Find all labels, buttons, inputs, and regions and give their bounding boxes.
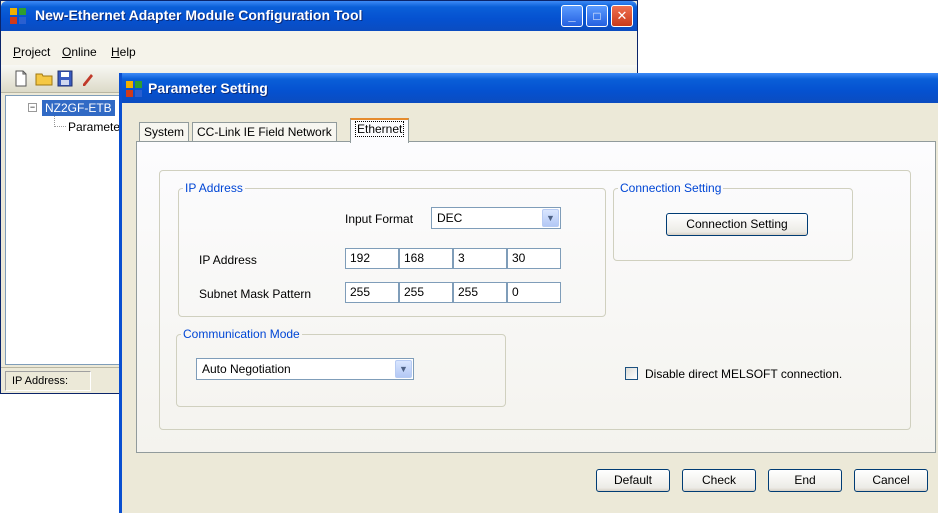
subnet-octet-3[interactable]: 255 [453, 282, 507, 303]
ethernet-tab-page: IP Address Input Format DEC ▼ IP Address… [136, 141, 936, 453]
connection-setting-button[interactable]: Connection Setting [666, 213, 808, 236]
ip-octet-2[interactable]: 168 [399, 248, 453, 269]
tree-node-parameter[interactable]: Paramete [68, 120, 120, 134]
main-title-bar[interactable]: New-Ethernet Adapter Module Configuratio… [1, 1, 637, 31]
tab-ethernet[interactable]: Ethernet [350, 118, 410, 143]
dialog-title-bar[interactable]: Parameter Setting [122, 73, 938, 103]
tree-node-root[interactable]: NZ2GF-ETB [42, 100, 115, 116]
cancel-button[interactable]: Cancel [854, 469, 928, 492]
subnet-octet-1[interactable]: 255 [345, 282, 399, 303]
ip-octet-4[interactable]: 30 [507, 248, 561, 269]
tree-connector [54, 116, 66, 127]
input-format-value: DEC [437, 211, 463, 225]
chevron-down-icon[interactable]: ▼ [542, 209, 559, 227]
status-ip-address: IP Address: [5, 371, 91, 391]
connection-setting-group: Connection Setting Connection Setting [613, 181, 853, 261]
communication-mode-group: Communication Mode Auto Negotiation ▼ [176, 327, 506, 407]
main-window-title: New-Ethernet Adapter Module Configuratio… [35, 7, 363, 23]
subnet-mask-label: Subnet Mask Pattern [199, 287, 312, 301]
communication-mode-value: Auto Negotiation [202, 362, 291, 376]
settings-panel: IP Address Input Format DEC ▼ IP Address… [159, 170, 911, 430]
ip-octet-3[interactable]: 3 [453, 248, 507, 269]
minimize-button[interactable]: _ [561, 5, 583, 27]
ip-address-legend: IP Address [185, 181, 243, 195]
menu-help[interactable]: Help [111, 45, 136, 59]
check-button[interactable]: Check [682, 469, 756, 492]
close-button[interactable]: ✕ [611, 5, 633, 27]
collapse-toggle[interactable]: − [28, 103, 37, 112]
menu-online[interactable]: Online [62, 45, 97, 59]
menu-project[interactable]: Project [13, 45, 50, 59]
input-format-select[interactable]: DEC ▼ [431, 207, 561, 229]
subnet-octet-4[interactable]: 0 [507, 282, 561, 303]
parameter-setting-dialog: Parameter Setting System CC-Link IE Fiel… [119, 73, 938, 513]
tab-ethernet-label: Ethernet [355, 121, 405, 137]
connection-setting-legend: Connection Setting [620, 181, 722, 195]
chevron-down-icon[interactable]: ▼ [395, 360, 412, 378]
dialog-title: Parameter Setting [148, 80, 268, 96]
subnet-octet-2[interactable]: 255 [399, 282, 453, 303]
end-button[interactable]: End [768, 469, 842, 492]
open-folder-icon[interactable] [35, 70, 53, 87]
default-button[interactable]: Default [596, 469, 670, 492]
app-icon [10, 8, 26, 24]
ip-octet-1[interactable]: 192 [345, 248, 399, 269]
dialog-icon [126, 81, 142, 97]
ip-address-label: IP Address [199, 253, 257, 267]
communication-mode-select[interactable]: Auto Negotiation ▼ [196, 358, 414, 380]
save-icon[interactable] [57, 70, 75, 87]
new-file-icon[interactable] [13, 70, 31, 87]
maximize-button[interactable]: □ [586, 5, 608, 27]
disable-melsoft-label[interactable]: Disable direct MELSOFT connection. [645, 367, 842, 381]
input-format-label: Input Format [345, 212, 414, 226]
disable-melsoft-checkbox[interactable] [625, 367, 638, 380]
ip-address-group: IP Address Input Format DEC ▼ IP Address… [178, 181, 606, 317]
tab-system[interactable]: System [139, 122, 190, 142]
tab-cc-link[interactable]: CC-Link IE Field Network [192, 122, 337, 142]
communication-mode-legend: Communication Mode [183, 327, 300, 341]
write-icon[interactable] [79, 70, 97, 87]
menu-bar: Project Online Help [1, 31, 637, 65]
